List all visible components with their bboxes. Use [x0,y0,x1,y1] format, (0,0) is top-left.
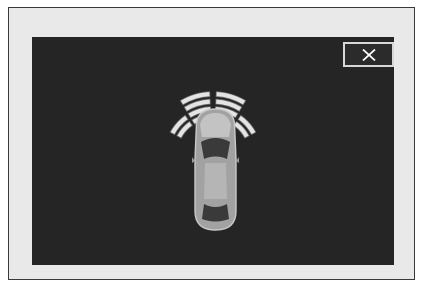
sensor-zone-front-left-corner [169,114,193,139]
parking-sensor-screen [32,37,394,265]
car-top-view-icon [192,108,239,231]
parking-assist-frame [8,7,415,280]
